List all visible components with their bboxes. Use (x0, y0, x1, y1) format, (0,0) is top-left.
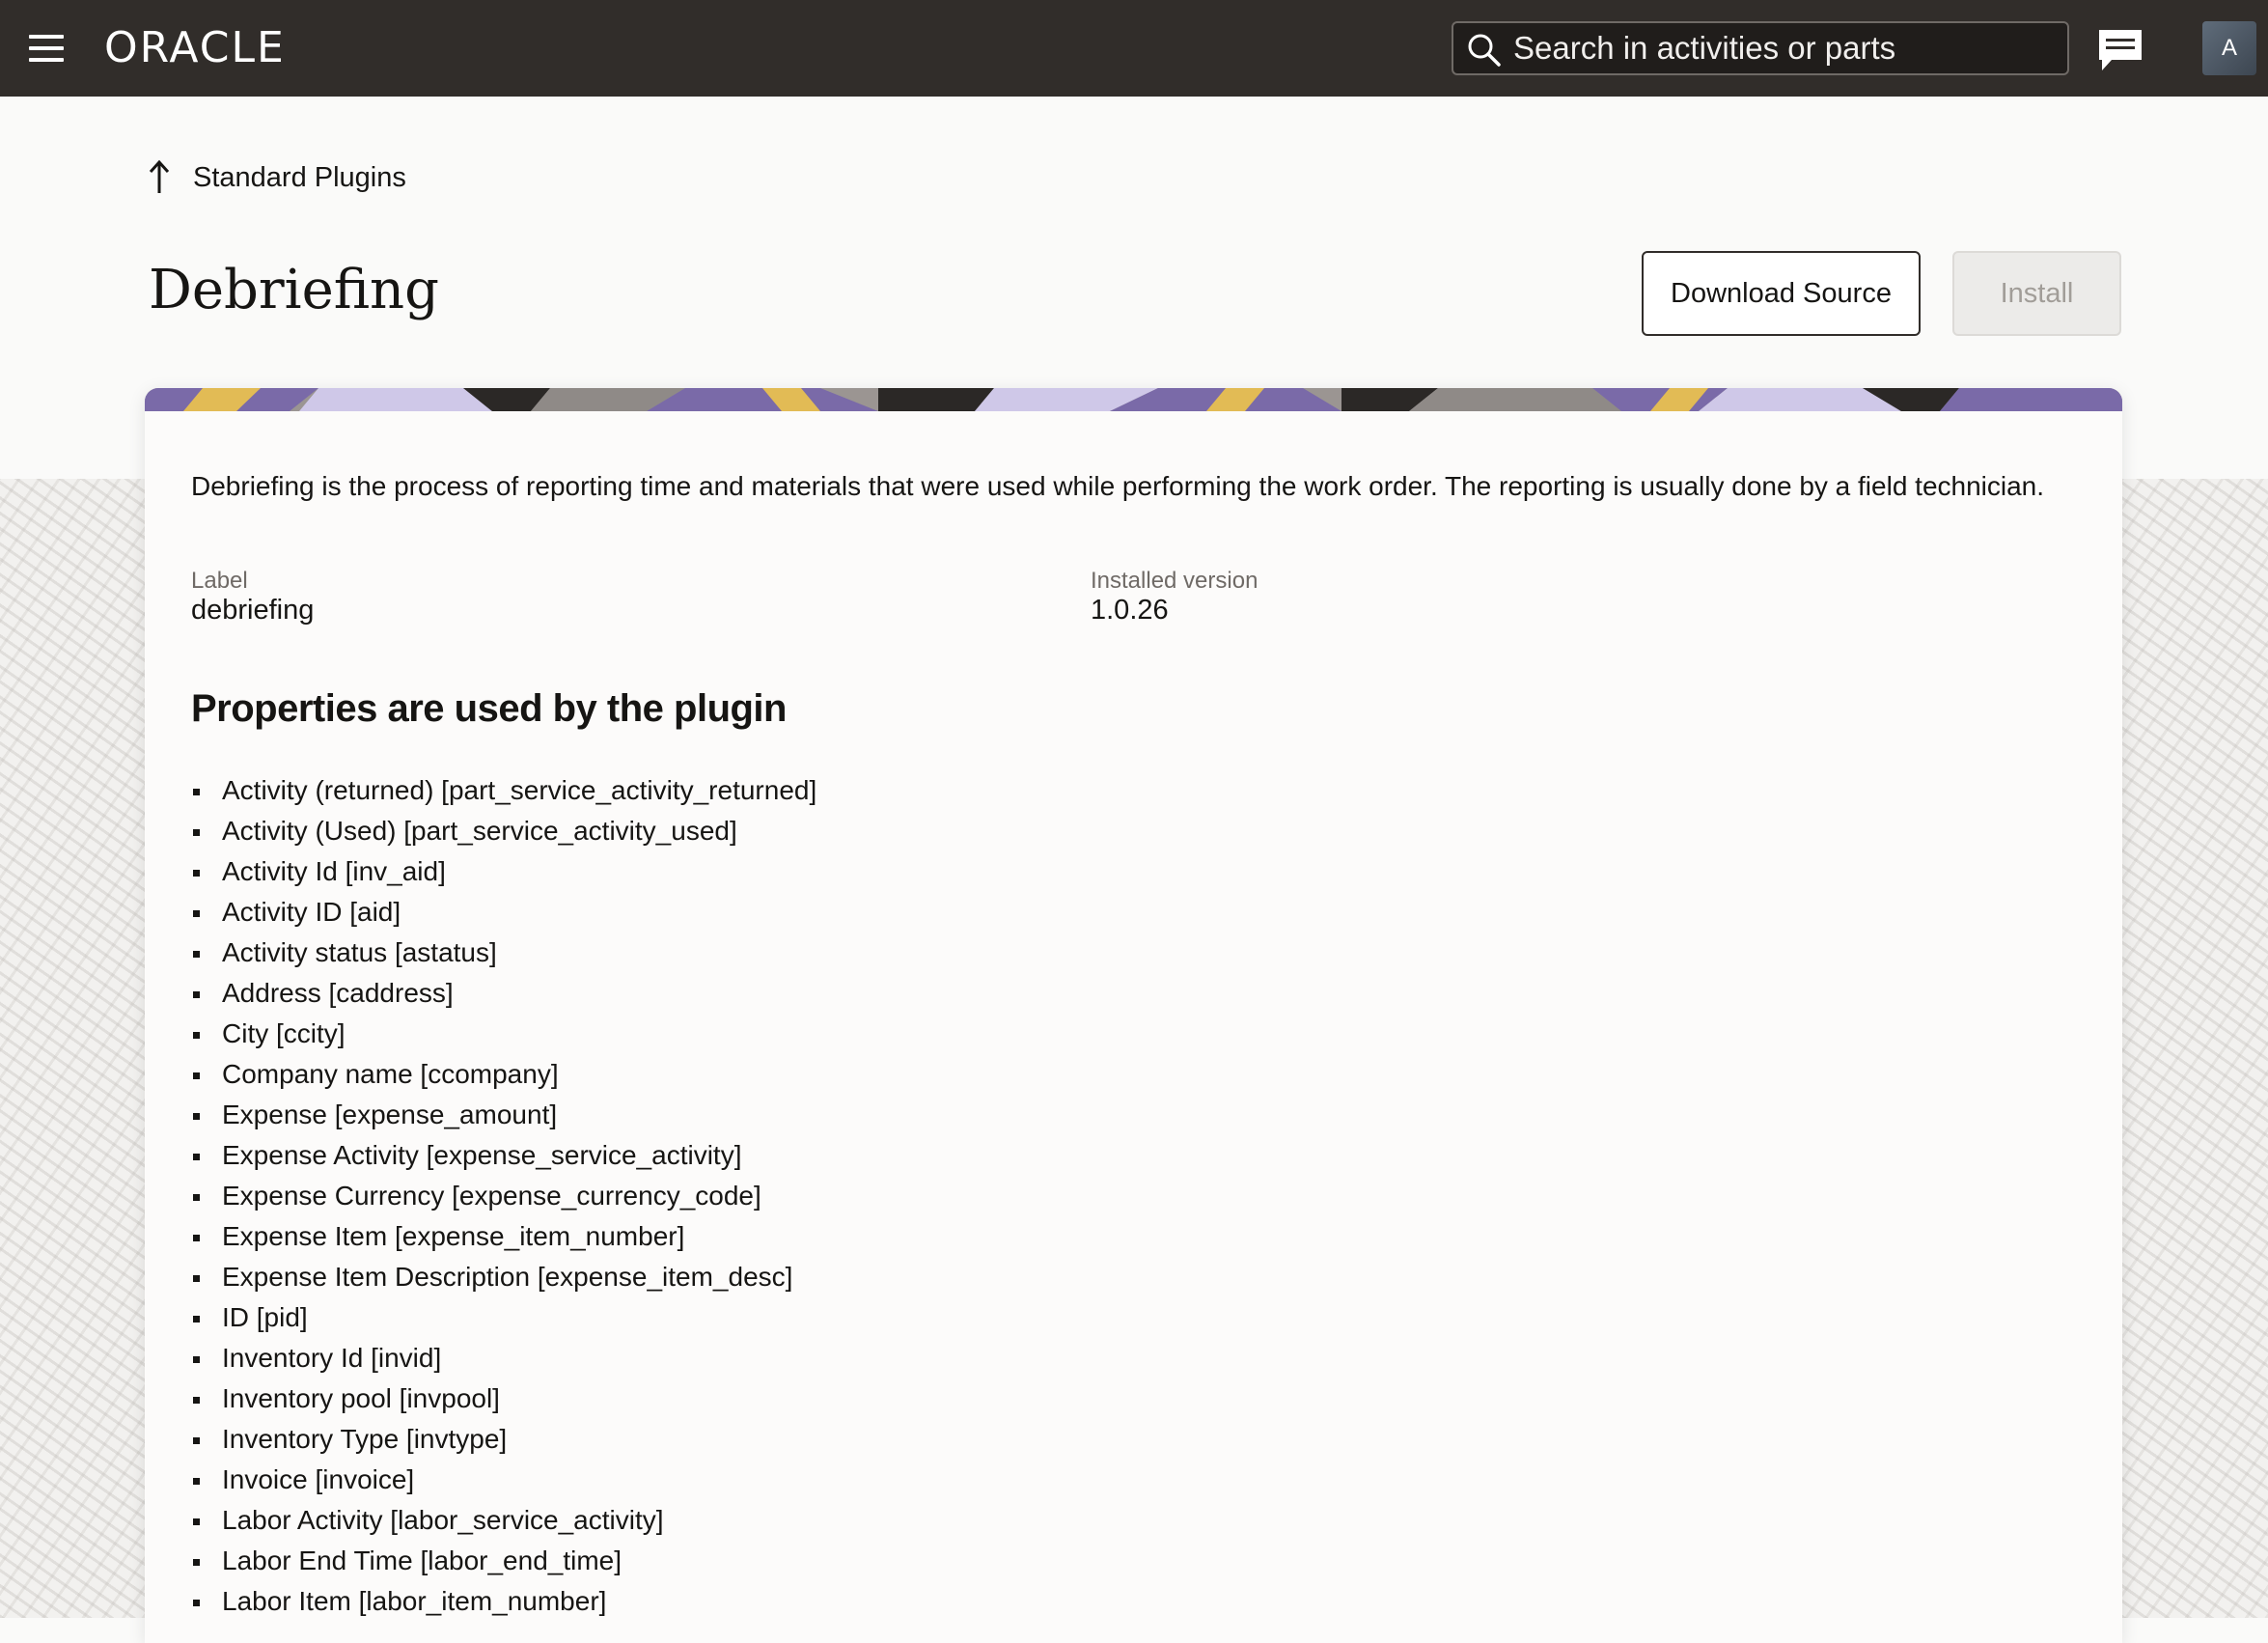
list-item: Activity Id [inv_aid] (191, 851, 816, 892)
download-source-button[interactable]: Download Source (1642, 251, 1921, 336)
list-item: Inventory pool [invpool] (191, 1378, 816, 1419)
top-bar: ORACLE A (0, 0, 2268, 97)
list-item: Activity (Used) [part_service_activity_u… (191, 811, 816, 851)
list-item: Expense Item [expense_item_number] (191, 1216, 816, 1257)
list-item: Activity (returned) [part_service_activi… (191, 770, 816, 811)
oracle-logo: ORACLE (104, 23, 286, 72)
menu-icon[interactable] (29, 35, 64, 62)
list-item: ID [pid] (191, 1297, 816, 1338)
arrow-up-icon (149, 159, 170, 193)
list-item: Company name [ccompany] (191, 1054, 816, 1095)
list-item: Activity ID [aid] (191, 892, 816, 933)
search-icon (1468, 34, 1501, 67)
list-item: Invoice [invoice] (191, 1460, 816, 1500)
properties-heading: Properties are used by the plugin (191, 687, 787, 730)
chat-icon[interactable] (2096, 27, 2144, 73)
breadcrumb-label: Standard Plugins (193, 161, 406, 193)
list-item: Labor Activity [labor_service_activity] (191, 1500, 816, 1541)
breadcrumb-back-link[interactable]: Standard Plugins (145, 158, 406, 197)
list-item: Labor End Time [labor_end_time] (191, 1541, 816, 1581)
label-caption: Label (191, 568, 248, 594)
installed-version-value: 1.0.26 (1091, 595, 1169, 626)
list-item: Inventory Id [invid] (191, 1338, 816, 1378)
page-title: Debriefing (149, 259, 439, 321)
list-item: Labor Item [labor_item_number] (191, 1581, 816, 1622)
search-box[interactable] (1452, 21, 2069, 75)
user-avatar[interactable]: A (2202, 21, 2256, 75)
list-item: Inventory Type [invtype] (191, 1419, 816, 1460)
decorative-banner (145, 388, 2122, 411)
search-input[interactable] (1513, 29, 2054, 68)
list-item: Expense [expense_amount] (191, 1095, 816, 1135)
list-item: Expense Currency [expense_currency_code] (191, 1176, 816, 1216)
list-item: Activity status [astatus] (191, 933, 816, 973)
properties-list: Activity (returned) [part_service_activi… (191, 770, 816, 1622)
list-item: Expense Activity [expense_service_activi… (191, 1135, 816, 1176)
install-button[interactable]: Install (1952, 251, 2121, 336)
plugin-description: Debriefing is the process of reporting t… (191, 471, 2045, 501)
list-item: City [ccity] (191, 1014, 816, 1054)
list-item: Address [caddress] (191, 973, 816, 1014)
installed-version-caption: Installed version (1091, 568, 1258, 594)
plugin-details-card: Debriefing is the process of reporting t… (145, 388, 2122, 1643)
list-item: Expense Item Description [expense_item_d… (191, 1257, 816, 1297)
label-value: debriefing (191, 595, 315, 626)
